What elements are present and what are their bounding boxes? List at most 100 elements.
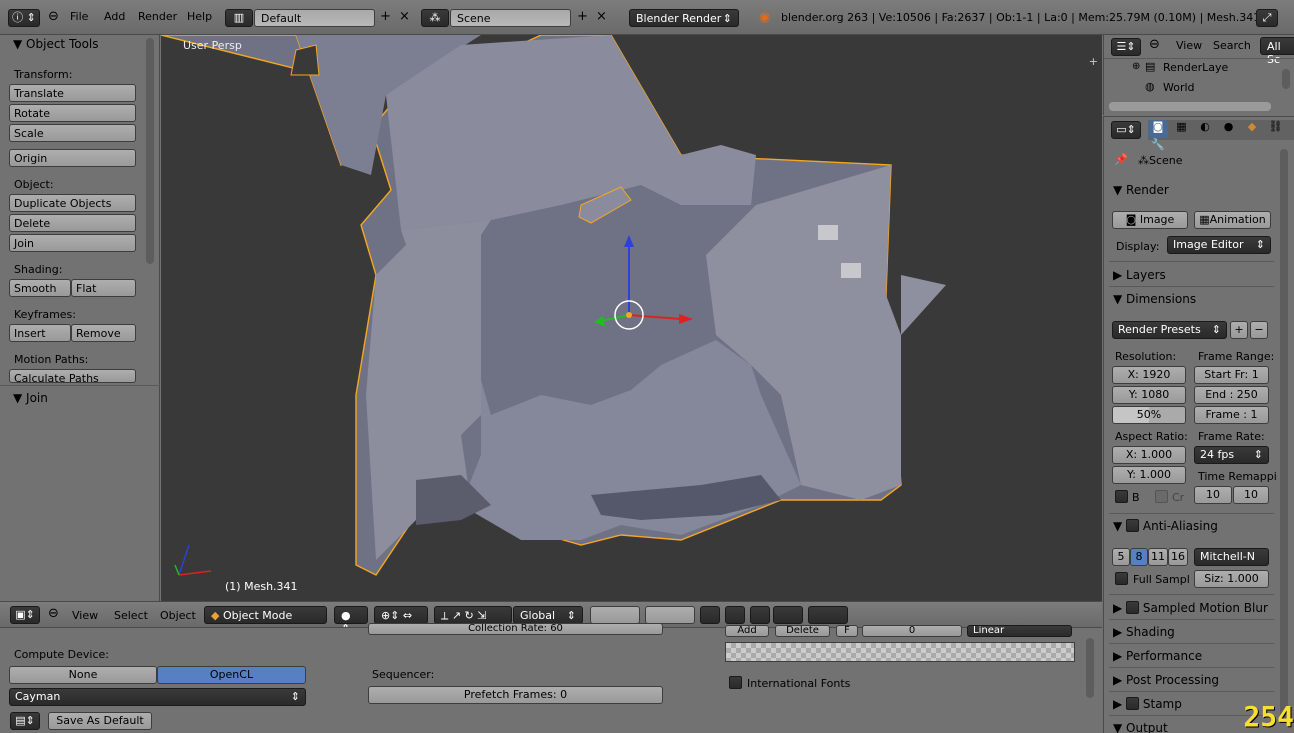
delete-button[interactable]: Delete (9, 214, 136, 232)
international-fonts-checkbox[interactable] (729, 676, 742, 689)
outliner-display-select[interactable]: All Sc (1260, 37, 1294, 66)
crop-checkbox[interactable] (1155, 490, 1168, 503)
stamp-checkbox[interactable] (1126, 697, 1140, 710)
aa-samples-8[interactable]: 8 (1130, 548, 1148, 566)
anti-aliasing-checkbox[interactable] (1126, 519, 1140, 532)
layers-tab-icon[interactable]: ▦ (1172, 120, 1192, 133)
editor-type-3d-button[interactable]: ▣⇕ (10, 606, 40, 624)
aa-samples-11[interactable]: 11 (1148, 548, 1168, 566)
fullscreen-icon[interactable]: ⤢ (1256, 9, 1278, 27)
render-presets-select[interactable]: Render Presets ⇕ (1112, 321, 1227, 339)
context-tabs[interactable]: ◙ ▦ ◐ ● ◆ ⛓ 🔧 (1148, 120, 1294, 151)
editor-type-properties-button[interactable]: ▭⇕ (1111, 121, 1141, 139)
3d-viewport[interactable]: User Persp (1) Mesh.341 + (161, 35, 1102, 601)
prefs-scrollbar[interactable] (1086, 638, 1094, 698)
outliner-menu-search[interactable]: Search (1213, 39, 1251, 52)
performance-panel-header[interactable]: ▶ Performance (1113, 649, 1202, 663)
properties-scrollbar[interactable] (1280, 149, 1288, 719)
editor-type-info-button[interactable]: ⓘ ⇕ (8, 9, 40, 27)
outliner-hscrollbar[interactable] (1109, 102, 1271, 111)
duplicate-objects-button[interactable]: Duplicate Objects (9, 194, 136, 212)
magnet-snap-icon[interactable] (750, 606, 770, 624)
flat-button[interactable]: Flat (71, 279, 136, 297)
prefetch-frames-field[interactable]: Prefetch Frames: 0 (368, 686, 663, 704)
collapse-menu-icon[interactable]: ⊖ (46, 607, 61, 623)
outliner-item-world[interactable]: World (1163, 81, 1195, 94)
add-preset-icon[interactable]: + (1230, 321, 1248, 339)
proportional-edit-icon[interactable] (725, 606, 745, 624)
f-button[interactable]: F (836, 625, 858, 637)
operator-panel-header[interactable]: ▼ Join (13, 391, 48, 405)
expand-icon[interactable]: ⊕ (1132, 61, 1140, 72)
scene-tab-icon[interactable]: ◐ (1195, 120, 1215, 133)
time-remap-old-field[interactable]: 10 (1194, 486, 1232, 504)
frame-step-field[interactable]: Frame : 1 (1194, 406, 1269, 424)
lock-layers-icon[interactable] (700, 606, 720, 624)
aspect-x-field[interactable]: X: 1.000 (1112, 446, 1186, 464)
origin-button[interactable]: Origin (9, 149, 136, 167)
rotate-button[interactable]: Rotate (9, 104, 136, 122)
editor-type-outliner-button[interactable]: ☰⇕ (1111, 38, 1141, 56)
aa-samples-5[interactable]: 5 (1112, 548, 1130, 566)
aa-filter-select[interactable]: Mitchell-N ⇕ (1194, 548, 1269, 566)
dimensions-panel-header[interactable]: ▼ Dimensions (1113, 292, 1196, 306)
stamp-panel-header[interactable]: ▶ Stamp (1113, 697, 1182, 711)
insert-keyframe-button[interactable]: Insert (9, 324, 71, 342)
remove-preset-icon[interactable]: − (1250, 321, 1268, 339)
compute-opencl-button[interactable]: OpenCL (157, 666, 306, 684)
post-processing-panel-header[interactable]: ▶ Post Processing (1113, 673, 1219, 687)
join-button[interactable]: Join (9, 234, 136, 252)
display-select[interactable]: Image Editor ⇕ (1167, 236, 1271, 254)
manipulator-toggles[interactable]: ⟂ ↗ ↻ ⇲ (434, 606, 512, 624)
motion-blur-panel-header[interactable]: ▶ Sampled Motion Blur (1113, 601, 1268, 615)
menu-render[interactable]: Render (138, 10, 177, 23)
filter-size-field[interactable]: Siz: 1.000 (1194, 570, 1269, 588)
menu-object[interactable]: Object (160, 609, 196, 622)
menu-help[interactable]: Help (187, 10, 212, 23)
orientation-select[interactable]: Global ⇕ (513, 606, 583, 624)
interpolation-select[interactable]: Linear (967, 625, 1072, 637)
collection-rate-field[interactable]: Collection Rate: 60 (368, 623, 663, 635)
time-remap-new-field[interactable]: 10 (1233, 486, 1269, 504)
add-button[interactable]: Add (725, 625, 769, 637)
scene-field[interactable]: Scene (450, 9, 571, 27)
modifiers-tab-icon[interactable]: 🔧 (1148, 138, 1168, 151)
toolshelf-scrollbar[interactable] (146, 38, 154, 264)
delete-screen-icon[interactable]: × (397, 10, 412, 26)
aa-samples-16[interactable]: 16 (1168, 548, 1188, 566)
outliner-menu-view[interactable]: View (1176, 39, 1202, 52)
save-as-default-button[interactable]: Save As Default (48, 712, 152, 730)
render-image-button[interactable]: ◙ Image (1112, 211, 1188, 229)
delete-scene-icon[interactable]: × (594, 10, 609, 26)
remove-keyframe-button[interactable]: Remove (71, 324, 136, 342)
outliner-scrollbar[interactable] (1282, 69, 1290, 89)
render-engine-select[interactable]: Blender Render ⇕ (629, 9, 739, 27)
add-scene-icon[interactable]: + (575, 10, 590, 26)
shading-panel-header[interactable]: ▶ Shading (1113, 625, 1175, 639)
aspect-y-field[interactable]: Y: 1.000 (1112, 466, 1186, 484)
object-tab-icon[interactable]: ◆ (1242, 120, 1262, 133)
menu-select[interactable]: Select (114, 609, 148, 622)
compute-none-button[interactable]: None (9, 666, 157, 684)
resolution-percent-slider[interactable]: 50% (1112, 406, 1186, 424)
full-sample-checkbox[interactable] (1115, 572, 1128, 585)
viewport-shading-select[interactable]: ● ⇕ (334, 606, 368, 635)
calculate-paths-button[interactable]: Calculate Paths (9, 369, 136, 383)
motion-blur-checkbox[interactable] (1126, 601, 1140, 614)
outliner-item-renderlayers[interactable]: RenderLaye (1163, 61, 1228, 74)
add-screen-icon[interactable]: + (378, 10, 393, 26)
menu-file[interactable]: File (70, 10, 88, 23)
delete-button[interactable]: Delete (775, 625, 830, 637)
editor-type-prefs-button[interactable]: ▤⇕ (10, 712, 40, 730)
value-field[interactable]: 0 (862, 625, 962, 637)
world-tab-icon[interactable]: ● (1219, 120, 1239, 133)
pivot-point-select[interactable]: ⊕⇕ ⇔ (374, 606, 428, 624)
layer-buttons-1[interactable] (590, 606, 640, 624)
border-checkbox[interactable] (1115, 490, 1128, 503)
translate-button[interactable]: Translate (9, 84, 136, 102)
end-frame-field[interactable]: End : 250 (1194, 386, 1269, 404)
pin-icon[interactable]: 📌 (1114, 153, 1128, 166)
output-panel-header[interactable]: ▼ Output (1113, 721, 1168, 733)
snap-element-select[interactable] (773, 606, 803, 624)
render-tab-icon[interactable]: ◙ (1148, 120, 1168, 138)
